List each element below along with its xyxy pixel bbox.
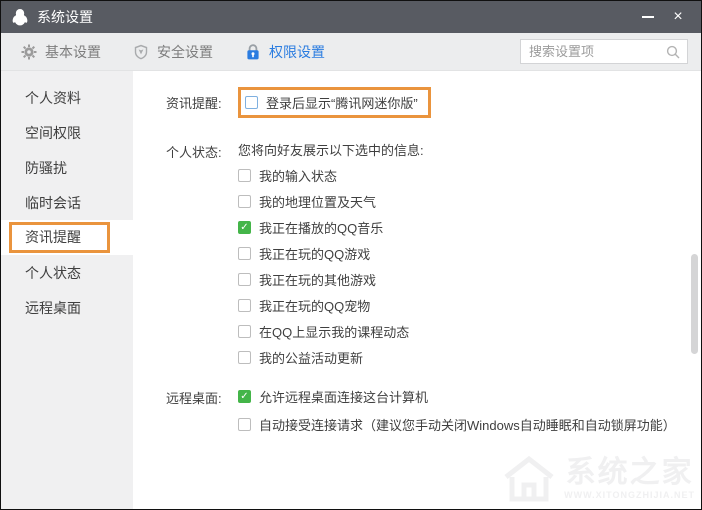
tabbar: 基本设置 安全设置 权限设置 <box>1 33 701 71</box>
tab-basic-settings[interactable]: 基本设置 <box>21 42 101 62</box>
section-label: 资讯提醒: <box>166 96 222 111</box>
gear-icon <box>21 44 37 59</box>
checkbox-row: 我正在玩的其他游戏 <box>238 266 424 292</box>
checkbox-unchecked[interactable] <box>238 350 251 364</box>
sidebar-item-label: 个人资料 <box>25 89 81 106</box>
sidebar-item[interactable]: 个人状态 <box>1 255 133 290</box>
section-personal-status: 个人状态: 您将向好友展示以下选中的信息: 我的输入状态我的地理位置及天气 ✓ 我正在… <box>166 136 701 370</box>
checkbox-unchecked[interactable] <box>238 417 251 431</box>
checkbox-label: 允许远程桌面连接这台计算机 <box>259 389 429 405</box>
lock-icon <box>247 43 259 59</box>
tab-label: 基本设置 <box>45 43 101 60</box>
sidebar-item[interactable]: 个人资料 <box>1 80 133 115</box>
checkbox-unchecked[interactable] <box>238 194 251 208</box>
search-icon[interactable] <box>665 44 681 60</box>
checkbox-row: 在QQ上显示我的课程动态 <box>238 318 424 344</box>
checkbox-unchecked[interactable] <box>238 168 251 182</box>
sidebar-item-label: 防骚扰 <box>25 159 67 176</box>
sidebar-item[interactable]: 资讯提醒 <box>1 220 133 255</box>
sidebar-item-label: 个人状态 <box>25 264 81 281</box>
section-rows: ✓ 允许远程桌面连接这台计算机自动接受连接请求（建议您手动关闭Windows自动睡… <box>238 382 676 438</box>
sidebar-item[interactable]: 空间权限 <box>1 115 133 150</box>
search-box <box>520 39 688 64</box>
search-input[interactable] <box>529 44 665 59</box>
section-label: 远程桌面: <box>166 391 222 406</box>
checkbox-row: ✓ 我正在播放的QQ音乐 <box>238 214 424 240</box>
checkbox-unchecked[interactable] <box>245 96 258 109</box>
sidebar-item-label: 远程桌面 <box>25 299 81 316</box>
minimize-icon <box>642 16 654 18</box>
minimize-button[interactable] <box>633 4 663 30</box>
checkbox-label: 自动接受连接请求（建议您手动关闭Windows自动睡眠和自动锁屏功能） <box>259 417 676 433</box>
tab-security-settings[interactable]: 安全设置 <box>133 42 213 62</box>
sidebar-item-label: 资讯提醒 <box>9 222 110 253</box>
checkbox-row: 我的地理位置及天气 <box>238 188 424 214</box>
close-button[interactable]: × <box>663 4 693 30</box>
checkbox-label: 我正在玩的QQ游戏 <box>259 246 371 262</box>
settings-window: 系统设置 × 基本设置 安全设置 权限设置 搜索设置项 个人资料 空间权限 防骚… <box>0 0 702 510</box>
checkbox-row: 我正在玩的QQ游戏 <box>238 240 424 266</box>
checkbox-label: 在QQ上显示我的课程动态 <box>259 324 410 340</box>
checkbox-row: 登录后显示“腾讯网迷你版” <box>238 87 431 118</box>
checkbox-unchecked[interactable] <box>238 246 251 260</box>
checkbox-label: 我正在播放的QQ音乐 <box>259 220 384 236</box>
checkbox-label: 登录后显示“腾讯网迷你版” <box>266 96 418 111</box>
tab-label: 安全设置 <box>157 43 213 60</box>
tab-label: 权限设置 <box>269 43 325 60</box>
section-rows: 登录后显示“腾讯网迷你版” <box>238 87 431 118</box>
checkbox-row: 我的输入状态 <box>238 162 424 188</box>
checkbox-row: 我的公益活动更新 <box>238 344 424 370</box>
checkbox-row: 我正在玩的QQ宠物 <box>238 292 424 318</box>
section-label: 个人状态: <box>166 145 222 160</box>
checkbox-row: 自动接受连接请求（建议您手动关闭Windows自动睡眠和自动锁屏功能） <box>238 410 676 438</box>
sidebar-item[interactable]: 临时会话 <box>1 185 133 220</box>
window-title: 系统设置 <box>37 9 93 25</box>
content-panel: 资讯提醒: 登录后显示“腾讯网迷你版” 个人状态: 您将向好友展示以下选中的信息… <box>133 71 701 509</box>
checkbox-unchecked[interactable] <box>238 272 251 286</box>
settings-body: 个人资料空间权限防骚扰临时会话资讯提醒个人状态远程桌面 资讯提醒: 登录后显示“… <box>1 71 701 509</box>
checkbox-label: 我的公益活动更新 <box>259 350 364 366</box>
sidebar-item-label: 空间权限 <box>25 124 81 141</box>
checkbox-label: 我正在玩的QQ宠物 <box>259 298 371 314</box>
section-remote-desktop: 远程桌面: ✓ 允许远程桌面连接这台计算机自动接受连接请求（建议您手动关闭Wind… <box>166 382 701 438</box>
checkbox-checked[interactable]: ✓ <box>238 389 251 403</box>
sidebar-item[interactable]: 防骚扰 <box>1 150 133 185</box>
scrollbar-thumb[interactable] <box>691 254 698 354</box>
checkbox-unchecked[interactable] <box>238 298 251 312</box>
sidebar-item[interactable]: 远程桌面 <box>1 290 133 325</box>
close-icon: × <box>673 8 683 25</box>
shield-icon <box>134 44 148 59</box>
checkbox-label: 我的地理位置及天气 <box>259 194 377 210</box>
section-intro: 您将向好友展示以下选中的信息: <box>238 142 424 158</box>
checkbox-label: 我正在玩的其他游戏 <box>259 272 377 288</box>
section-rows: 您将向好友展示以下选中的信息: 我的输入状态我的地理位置及天气 ✓ 我正在播放的QQ音… <box>238 136 424 370</box>
titlebar: 系统设置 × <box>1 1 701 33</box>
tab-permission-settings[interactable]: 权限设置 <box>245 42 325 62</box>
qq-penguin-icon <box>12 9 28 26</box>
checkbox-unchecked[interactable] <box>238 324 251 338</box>
checkbox-checked[interactable]: ✓ <box>238 220 251 234</box>
sidebar-item-label: 临时会话 <box>25 194 81 211</box>
checkbox-row: ✓ 允许远程桌面连接这台计算机 <box>238 382 676 410</box>
sidebar: 个人资料空间权限防骚扰临时会话资讯提醒个人状态远程桌面 <box>1 71 133 509</box>
checkbox-label: 我的输入状态 <box>259 168 338 184</box>
section-news-reminder: 资讯提醒: 登录后显示“腾讯网迷你版” <box>166 87 701 118</box>
